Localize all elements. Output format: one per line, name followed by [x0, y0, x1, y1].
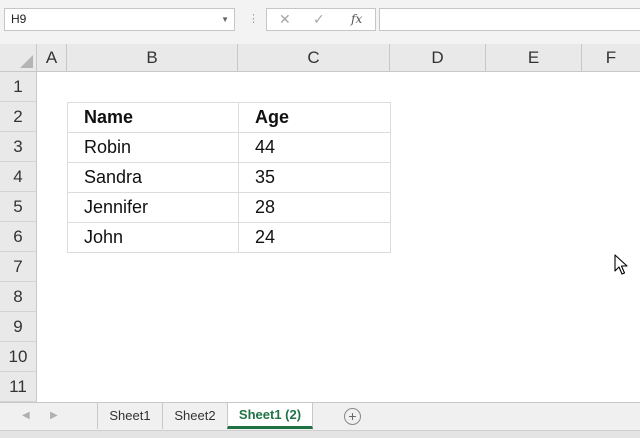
column-header-f[interactable]: F	[582, 44, 640, 72]
header-cell-age[interactable]: Age	[238, 102, 391, 133]
column-header-e[interactable]: E	[486, 44, 582, 72]
sheet-tab-bar: ◀ ▶ Sheet1 Sheet2 Sheet1 (2) +	[0, 402, 640, 430]
function-icon[interactable]: fx	[351, 9, 362, 30]
column-header-c[interactable]: C	[238, 44, 390, 72]
scroll-left-icon[interactable]: ◀	[22, 403, 30, 429]
select-all-button[interactable]	[0, 44, 37, 72]
name-cell[interactable]: Robin	[67, 132, 239, 163]
status-bar	[0, 430, 640, 438]
table-row: Jennifer 28	[67, 192, 391, 223]
name-cell[interactable]: Sandra	[67, 162, 239, 193]
row-header[interactable]: 5	[0, 192, 37, 222]
formula-bar: H9 ▼ ⋮ ✕ ✓ fx	[0, 0, 640, 44]
name-cell[interactable]: John	[67, 222, 239, 253]
column-header-d[interactable]: D	[390, 44, 486, 72]
age-cell[interactable]: 24	[238, 222, 391, 253]
sheet-tab-sheet1[interactable]: Sheet1	[97, 403, 162, 429]
age-cell[interactable]: 28	[238, 192, 391, 223]
more-dots-icon[interactable]: ⋮	[248, 12, 259, 26]
row-header[interactable]: 2	[0, 102, 37, 132]
table-row: John 24	[67, 222, 391, 253]
formula-buttons: ✕ ✓ fx	[266, 8, 376, 31]
cancel-icon[interactable]: ✕	[279, 9, 291, 30]
table-row: Sandra 35	[67, 162, 391, 193]
sheet-tab-active[interactable]: Sheet1 (2)	[227, 403, 313, 429]
formula-input[interactable]	[379, 8, 640, 31]
row-header[interactable]: 10	[0, 342, 37, 372]
row-header[interactable]: 6	[0, 222, 37, 252]
row-header[interactable]: 4	[0, 162, 37, 192]
data-table: Name Age Robin 44 Sandra 35 Jennifer 28 …	[67, 102, 391, 253]
age-cell[interactable]: 44	[238, 132, 391, 163]
row-header[interactable]: 3	[0, 132, 37, 162]
column-header-b[interactable]: B	[67, 44, 238, 72]
row-header[interactable]: 1	[0, 72, 37, 102]
column-header-a[interactable]: A	[37, 44, 67, 72]
select-all-icon	[20, 55, 33, 68]
row-header[interactable]: 9	[0, 312, 37, 342]
row-header[interactable]: 11	[0, 372, 37, 402]
sheet-tab-sheet2[interactable]: Sheet2	[162, 403, 227, 429]
add-sheet-icon[interactable]: +	[344, 408, 361, 425]
row-header[interactable]: 8	[0, 282, 37, 312]
table-row: Robin 44	[67, 132, 391, 163]
name-cell[interactable]: Jennifer	[67, 192, 239, 223]
name-box[interactable]: H9 ▼	[4, 8, 235, 31]
dropdown-arrow-icon[interactable]: ▼	[221, 9, 229, 30]
mouse-cursor-icon	[614, 254, 628, 275]
name-box-value: H9	[11, 12, 27, 26]
enter-icon[interactable]: ✓	[313, 9, 325, 30]
age-cell[interactable]: 35	[238, 162, 391, 193]
table-header-row: Name Age	[67, 102, 391, 133]
header-cell-name[interactable]: Name	[67, 102, 239, 133]
row-header[interactable]: 7	[0, 252, 37, 282]
scroll-right-icon[interactable]: ▶	[50, 403, 58, 429]
